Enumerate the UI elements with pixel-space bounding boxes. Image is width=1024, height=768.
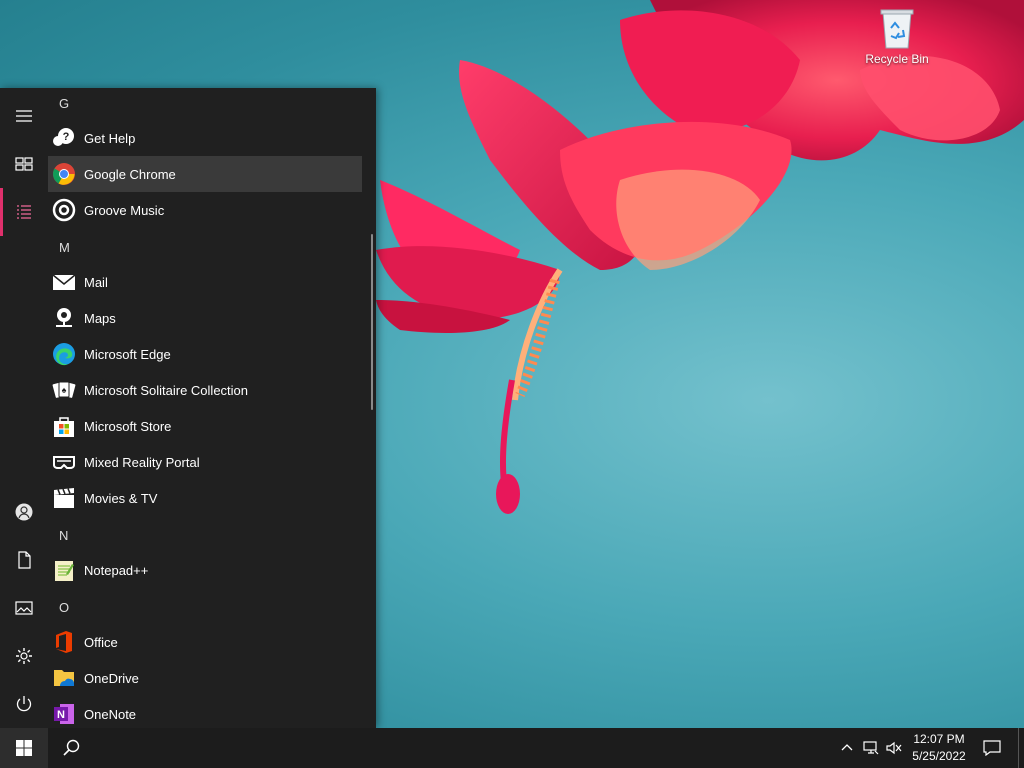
all-apps-button[interactable] [0, 192, 48, 232]
start-rail [0, 88, 48, 728]
clock-time: 12:07 PM [913, 732, 965, 746]
documents-icon [18, 551, 31, 569]
google-chrome-icon [53, 163, 75, 185]
app-label: Google Chrome [84, 166, 176, 182]
app-microsoft-edge[interactable]: Microsoft Edge [48, 336, 362, 372]
app-label: Notepad++ [84, 562, 149, 578]
app-label: Mail [84, 274, 108, 290]
app-list-scrollbar[interactable] [371, 234, 373, 410]
app-mail[interactable]: Mail [48, 264, 362, 300]
app-get-help[interactable]: ? Get Help [48, 120, 362, 156]
pictures-button[interactable] [0, 588, 48, 628]
settings-button[interactable] [0, 636, 48, 676]
start-menu: G ? Get Help Google Chrome Groove Music … [0, 88, 376, 728]
onenote-icon: N [54, 704, 74, 724]
show-desktop-button[interactable] [1018, 728, 1024, 768]
tiles-icon [15, 157, 33, 171]
app-label: Microsoft Store [84, 418, 172, 434]
start-button[interactable] [0, 728, 48, 768]
onedrive-folder-icon [54, 670, 74, 686]
pictures-icon [15, 601, 33, 615]
recycle-bin-icon [880, 9, 914, 49]
app-movies-tv[interactable]: Movies & TV [48, 480, 362, 516]
app-maps[interactable]: Maps [48, 300, 362, 336]
search-button[interactable] [48, 728, 96, 768]
settings-gear-icon [16, 648, 32, 664]
maps-icon [56, 308, 72, 327]
svg-text:♠: ♠ [62, 385, 67, 395]
app-microsoft-store[interactable]: Microsoft Store [48, 408, 362, 444]
svg-text:?: ? [63, 131, 70, 143]
section-header-o[interactable]: O [59, 590, 69, 626]
solitaire-cards-icon: ♠ [52, 381, 76, 398]
groove-music-icon [52, 198, 76, 222]
user-account-icon [15, 503, 33, 521]
action-center-button[interactable] [976, 728, 1008, 768]
mail-icon [52, 274, 76, 290]
app-list: G ? Get Help Google Chrome Groove Music … [48, 88, 368, 728]
user-account-button[interactable] [0, 492, 48, 532]
tiles-button[interactable] [0, 144, 48, 184]
microsoft-store-icon [54, 417, 74, 437]
windows-logo-icon [16, 740, 32, 756]
power-button[interactable] [0, 684, 48, 724]
search-icon [63, 739, 80, 756]
app-label: Maps [84, 310, 116, 326]
show-hidden-icons-button[interactable] [836, 728, 858, 768]
app-office[interactable]: Office [48, 624, 362, 660]
notifications-icon [983, 740, 1001, 756]
microsoft-edge-icon [53, 343, 75, 366]
app-microsoft-solitaire-collection[interactable]: ♠ Microsoft Solitaire Collection [48, 372, 362, 408]
section-header-m[interactable]: M [59, 230, 70, 266]
recycle-bin-label: Recycle Bin [865, 52, 929, 66]
app-label: Office [84, 634, 118, 650]
chevron-up-icon [841, 744, 853, 751]
app-onenote[interactable]: N OneNote [48, 696, 362, 732]
documents-button[interactable] [0, 540, 48, 580]
app-onedrive[interactable]: OneDrive [48, 660, 362, 696]
volume-muted-icon [886, 741, 902, 755]
get-help-icon: ? [53, 128, 74, 146]
app-groove-music[interactable]: Groove Music [48, 192, 362, 228]
power-icon [16, 696, 32, 712]
app-label: Microsoft Solitaire Collection [84, 382, 249, 398]
app-label: Microsoft Edge [84, 346, 171, 362]
volume-button[interactable] [883, 728, 905, 768]
network-wired-icon [863, 741, 879, 755]
all-apps-list-icon [17, 205, 31, 219]
app-notepad-plus-plus[interactable]: Notepad++ [48, 552, 362, 588]
hamburger-icon [16, 110, 32, 122]
recycle-bin-shortcut[interactable]: Recycle Bin [864, 6, 930, 66]
taskbar: 12:07 PM 5/25/2022 [0, 728, 1024, 768]
app-label: Movies & TV [84, 490, 158, 506]
clock-date: 5/25/2022 [912, 749, 966, 763]
expand-menu-button[interactable] [0, 96, 48, 136]
app-label: OneDrive [84, 670, 139, 686]
app-label: Mixed Reality Portal [84, 454, 200, 470]
office-icon [56, 631, 72, 653]
app-label: Groove Music [84, 202, 165, 218]
movies-tv-clapper-icon [54, 488, 74, 508]
section-header-g[interactable]: G [59, 86, 69, 122]
mixed-reality-headset-icon [53, 456, 75, 469]
app-label: OneNote [84, 706, 137, 722]
section-header-n[interactable]: N [59, 518, 68, 554]
notepad-plus-plus-icon [55, 561, 74, 581]
taskbar-clock[interactable]: 12:07 PM 5/25/2022 [906, 728, 972, 768]
network-status-button[interactable] [860, 728, 882, 768]
svg-text:N: N [57, 709, 65, 721]
app-label: Get Help [84, 130, 136, 146]
app-mixed-reality-portal[interactable]: Mixed Reality Portal [48, 444, 362, 480]
app-google-chrome[interactable]: Google Chrome [48, 156, 362, 192]
